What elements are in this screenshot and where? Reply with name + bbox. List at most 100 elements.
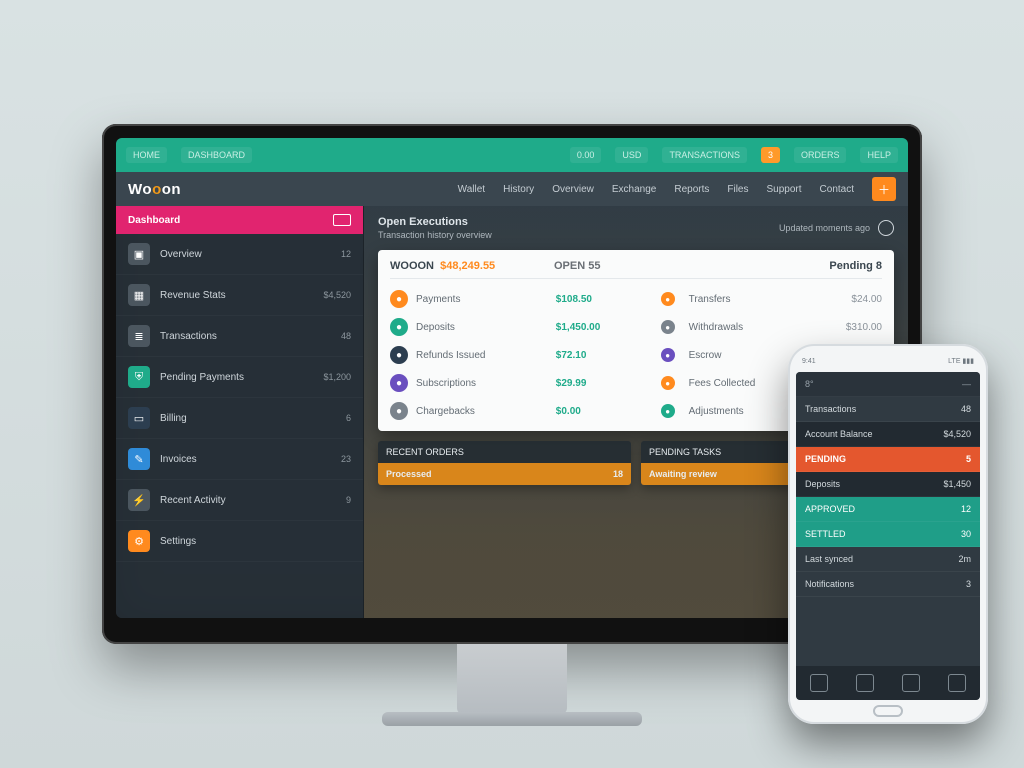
sidebar-item[interactable]: ⚡ Recent Activity 9	[116, 480, 363, 521]
phone-row[interactable]: 8°—	[796, 372, 980, 397]
phone-row-key: Deposits	[805, 479, 840, 489]
shield-icon: ⛨	[128, 366, 150, 388]
row-dot-icon: ●	[661, 376, 675, 390]
status-box-orders[interactable]: RECENT ORDERS Processed18	[378, 441, 631, 485]
row-name-b: ●Fees Collected	[661, 376, 801, 390]
phone-tab-icon[interactable]	[856, 674, 874, 692]
sidebar-item[interactable]: ▣ Overview 12	[116, 234, 363, 275]
brand-logo[interactable]: Wooon	[128, 181, 181, 198]
nav-link[interactable]: Files	[727, 184, 748, 195]
folder-icon: ▣	[128, 243, 150, 265]
panel-col-c-value: 8	[876, 260, 882, 272]
phone-home-button[interactable]	[873, 705, 903, 717]
row-dot-icon: ●	[661, 348, 675, 362]
sidebar-item-label: Pending Payments	[160, 372, 244, 383]
phone-tab-icon[interactable]	[902, 674, 920, 692]
phone-time: 9:41	[802, 358, 816, 365]
page-title: Open Executions	[378, 216, 492, 228]
sidebar-item-value: 48	[341, 331, 351, 341]
phone-row[interactable]: Last synced2m	[796, 547, 980, 572]
phone-row-value: 30	[961, 529, 971, 539]
nav-link[interactable]: Exchange	[612, 184, 656, 195]
phone-row[interactable]: Deposits$1,450	[796, 472, 980, 497]
card-icon	[333, 214, 351, 226]
brand-part-a: Wo	[128, 181, 152, 198]
row-dot-icon: ●	[390, 346, 408, 364]
phone-row-value: $4,520	[943, 429, 971, 439]
phone-row[interactable]: APPROVED 12	[796, 497, 980, 522]
row-dot-icon: ●	[661, 404, 675, 418]
phone-row-key: PENDING	[805, 454, 846, 464]
row-name-b: ●Transfers	[661, 292, 801, 306]
row-name: Deposits	[416, 322, 556, 333]
monitor-stand	[457, 644, 567, 714]
sidebar-item-label: Settings	[160, 536, 196, 547]
sidebar-item-value: 6	[346, 413, 351, 423]
sidebar-item[interactable]: ≣ Transactions 48	[116, 316, 363, 357]
sidebar-item-value: $1,200	[323, 372, 351, 382]
status-box-key: Awaiting review	[649, 469, 717, 479]
topbar-balance: 0.00	[570, 147, 602, 163]
sidebar-item-label: Transactions	[160, 331, 217, 342]
phone-row-value: 3	[966, 579, 971, 589]
topbar-link-transactions[interactable]: TRANSACTIONS	[662, 147, 747, 163]
phone-row-value: 48	[961, 404, 971, 414]
nav-action-button[interactable]: ＋	[872, 177, 896, 201]
phone-row[interactable]: PENDING5	[796, 447, 980, 472]
nav-link[interactable]: Wallet	[458, 184, 485, 195]
panel-row[interactable]: ● Deposits $1,450.00 ●Withdrawals $310.0…	[390, 313, 882, 341]
topbar-notif-badge[interactable]: 3	[761, 147, 780, 163]
nav-row: Wooon Wallet History Overview Exchange R…	[116, 172, 908, 206]
sidebar-item-label: Billing	[160, 413, 187, 424]
phone-row-key: 8°	[805, 379, 814, 389]
phone-row-key: Account Balance	[805, 429, 873, 439]
row-value-a: $72.10	[556, 350, 661, 361]
sidebar-header-label: Dashboard	[128, 215, 180, 226]
nav-link[interactable]: Overview	[552, 184, 594, 195]
nav-link[interactable]: Contact	[820, 184, 854, 195]
sidebar-item[interactable]: ⚙ Settings	[116, 521, 363, 562]
sidebar-item-value: 12	[341, 249, 351, 259]
refresh-icon[interactable]	[878, 220, 894, 236]
sidebar-item-value: 23	[341, 454, 351, 464]
sidebar-item[interactable]: ▦ Revenue Stats $4,520	[116, 275, 363, 316]
sidebar: Dashboard ▣ Overview 12▦ Revenue Stats $…	[116, 206, 364, 618]
sidebar-item-label: Overview	[160, 249, 202, 260]
row-name-b: ●Withdrawals	[661, 320, 801, 334]
topbar-link-dashboard[interactable]: DASHBOARD	[181, 147, 252, 163]
phone-tabbar	[796, 666, 980, 700]
nav-link[interactable]: Support	[767, 184, 802, 195]
page-subtitle: Transaction history overview	[378, 230, 492, 240]
topbar-currency[interactable]: USD	[615, 147, 648, 163]
gear-icon: ⚙	[128, 530, 150, 552]
phone-row-key: APPROVED	[805, 504, 855, 514]
nav-link[interactable]: Reports	[674, 184, 709, 195]
card-icon: ▭	[128, 407, 150, 429]
row-name: Payments	[416, 294, 556, 305]
phone-row-value: 12	[961, 504, 971, 514]
sidebar-item-value: 9	[346, 495, 351, 505]
row-value-a: $108.50	[556, 294, 661, 305]
topbar-link-home[interactable]: HOME	[126, 147, 167, 163]
topbar-link-help[interactable]: HELP	[860, 147, 898, 163]
stack-icon: ≣	[128, 325, 150, 347]
phone-tab-icon[interactable]	[948, 674, 966, 692]
doc-icon: ✎	[128, 448, 150, 470]
row-value-b: $310.00	[800, 322, 882, 333]
sidebar-item[interactable]: ✎ Invoices 23	[116, 439, 363, 480]
panel-row[interactable]: ● Payments $108.50 ●Transfers $24.00	[390, 285, 882, 313]
phone-tab-icon[interactable]	[810, 674, 828, 692]
row-name-b: ●Adjustments	[661, 404, 801, 418]
phone-row[interactable]: Transactions48	[796, 397, 980, 422]
sidebar-item[interactable]: ▭ Billing 6	[116, 398, 363, 439]
row-dot-icon: ●	[390, 318, 408, 336]
nav-link[interactable]: History	[503, 184, 534, 195]
phone-row-key: SETTLED	[805, 529, 846, 539]
phone-row[interactable]: Notifications3	[796, 572, 980, 597]
brand-part-c: on	[162, 181, 181, 198]
phone-row[interactable]: Account Balance $4,520	[796, 422, 980, 447]
phone-row[interactable]: SETTLED 30	[796, 522, 980, 547]
topbar-link-orders[interactable]: ORDERS	[794, 147, 847, 163]
row-name: Subscriptions	[416, 378, 556, 389]
sidebar-item[interactable]: ⛨ Pending Payments $1,200	[116, 357, 363, 398]
